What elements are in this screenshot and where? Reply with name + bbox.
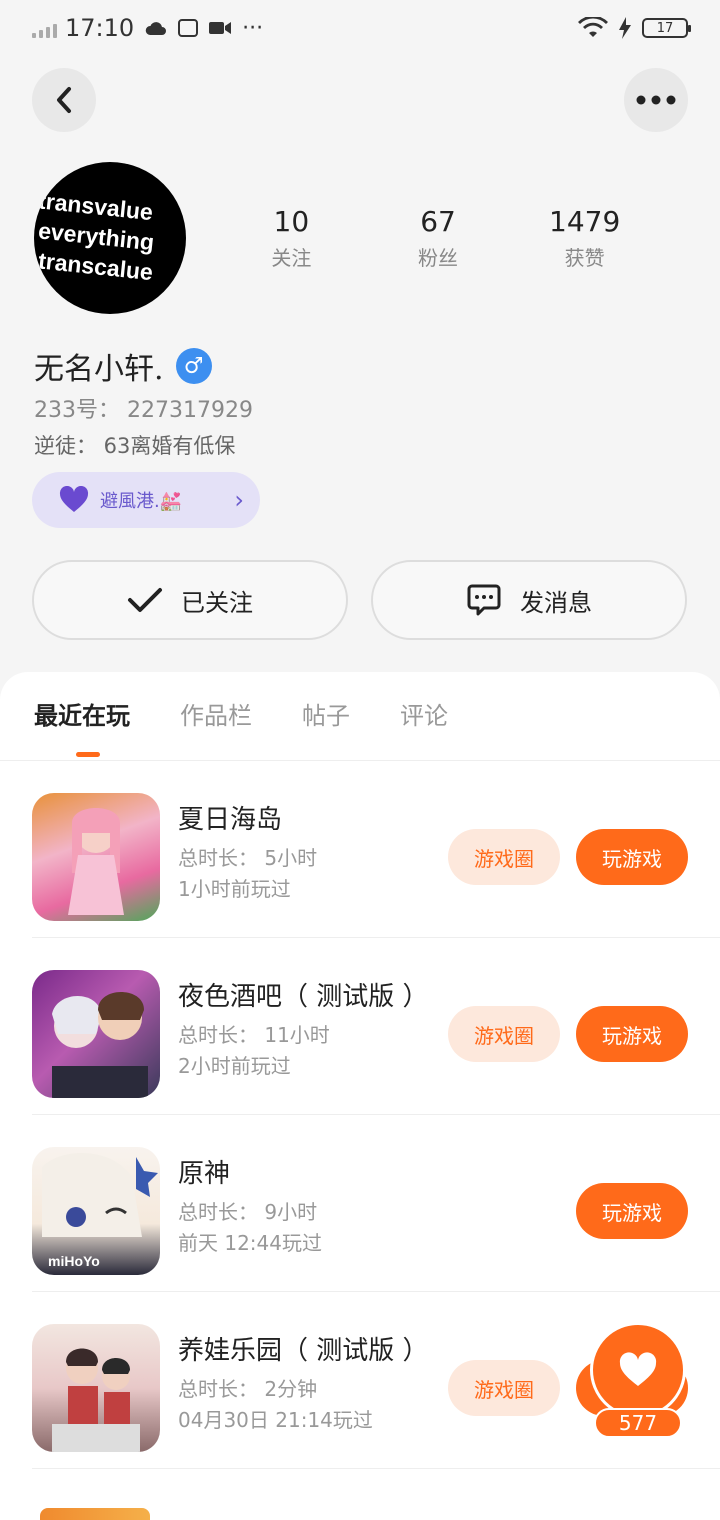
game-icon-genshin[interactable]: miHoYo [32,1147,160,1275]
anime-family-icon [52,1348,140,1452]
stat-number: 1479 [549,205,621,238]
play-game-button[interactable]: 玩游戏 [576,829,688,885]
stat-number: 10 [273,205,310,238]
stat-label: 获赞 [564,246,605,270]
followed-button[interactable]: 已关注 [32,560,348,640]
like-count-badge: 577 [594,1408,682,1438]
stat-following[interactable]: 10 关注 [218,205,365,271]
heart-icon [59,486,89,512]
more-options-button[interactable] [624,68,688,132]
game-last-played: 前天 12:44玩过 [178,1231,322,1255]
game-duration: 总时长： 2分钟 [178,1377,318,1401]
chat-bubble-icon [467,584,501,616]
play-game-button[interactable]: 玩游戏 [576,1183,688,1239]
charging-icon [619,17,631,39]
game-name: 原神 [178,1159,231,1189]
game-last-played: 04月30日 21:14玩过 [178,1408,373,1432]
game-info: 夜色酒吧（ 测试版 ） 总时长： 11小时 2小时前玩过 [178,976,429,1079]
stat-number: 67 [420,205,456,238]
mihoyo-logo: miHoYo [48,1253,100,1269]
male-gender-icon: ♂ [175,348,212,384]
signal-icon [32,18,57,38]
status-bar: 17:10 ··· 17 [0,0,720,56]
stat-label: 粉丝 [418,246,458,270]
tab-recently-played[interactable]: 最近在玩 [34,696,130,757]
back-button[interactable] [32,68,96,132]
checkmark-icon [128,588,162,612]
list-item[interactable]: 夏日海岛 总时长： 5小时 1小时前玩过 游戏圈 玩游戏 [0,761,720,938]
username: 无名小轩. [34,352,164,387]
more-dots-icon [636,95,676,105]
game-icon-partial[interactable] [40,1508,150,1520]
status-time: 17:10 [65,14,135,42]
send-message-label: 发消息 [520,588,592,617]
list-item[interactable]: miHoYo 原神 总时长： 9小时 前天 12:44玩过 玩游戏 [0,1115,720,1292]
battery-icon: 17 [642,18,691,38]
play-game-button[interactable]: 玩游戏 [576,1006,688,1062]
chevron-right-icon: › [234,486,244,514]
heart-icon [619,1352,657,1386]
send-message-button[interactable]: 发消息 [371,560,687,640]
video-icon [209,22,232,34]
tab-works[interactable]: 作品栏 [180,696,252,731]
tab-bar: 最近在玩 作品栏 帖子 评论 [34,696,448,757]
followed-label: 已关注 [181,588,253,617]
profile-stats: 10 关注 67 粉丝 1479 获赞 [218,205,658,271]
anime-couple-icon [52,992,148,1098]
game-name: 夏日海岛 [178,805,283,835]
floating-like-button[interactable] [590,1322,686,1418]
game-info: 夏日海岛 总时长： 5小时 1小时前玩过 [178,799,317,902]
game-duration: 总时长： 9小时 [178,1200,318,1224]
username-row: 无名小轩. ♂ [34,344,212,388]
game-name: 夜色酒吧（ 测试版 ） [178,982,429,1012]
app-notification-icon [178,19,199,37]
anime-girl-icon [68,808,124,915]
avatar[interactable]: transvalue everything transcalue [34,162,186,314]
stat-followers[interactable]: 67 粉丝 [365,205,512,271]
stat-label: 关注 [271,246,312,270]
stat-likes[interactable]: 1479 获赞 [511,205,658,271]
game-circle-button[interactable]: 游戏圈 [448,1360,560,1416]
game-info: 养娃乐园（ 测试版 ） 总时长： 2分钟 04月30日 21:14玩过 [178,1330,429,1433]
game-name: 养娃乐园（ 测试版 ） [178,1336,429,1366]
game-circle-button[interactable]: 游戏圈 [448,1006,560,1062]
game-info: 原神 总时长： 9小时 前天 12:44玩过 [178,1153,322,1256]
user-bio: 逆徒： 63离婚有低保 [34,434,236,458]
cloud-icon [145,22,167,35]
tab-comments[interactable]: 评论 [400,696,448,731]
wifi-icon [578,17,608,37]
game-last-played: 1小时前玩过 [178,877,291,901]
game-last-played: 2小时前玩过 [178,1054,291,1078]
game-duration: 总时长： 5小时 [178,846,318,870]
back-arrow-icon [57,87,71,113]
user-id: 233号： 227317929 [34,398,253,423]
game-icon-night-bar[interactable] [32,970,160,1098]
club-name: 避風港.💒 [100,491,183,512]
game-icon-summer-island[interactable] [32,793,160,921]
club-badge-button[interactable]: 避風港.💒 › [32,472,260,528]
game-circle-button[interactable]: 游戏圈 [448,829,560,885]
battery-level: 17 [656,20,674,36]
tab-posts[interactable]: 帖子 [302,696,350,731]
game-duration: 总时长： 11小时 [178,1023,330,1047]
more-status-indicator: ··· [242,15,264,41]
game-icon-baby-park[interactable] [32,1324,160,1452]
list-item[interactable]: 夜色酒吧（ 测试版 ） 总时长： 11小时 2小时前玩过 游戏圈 玩游戏 [0,938,720,1115]
